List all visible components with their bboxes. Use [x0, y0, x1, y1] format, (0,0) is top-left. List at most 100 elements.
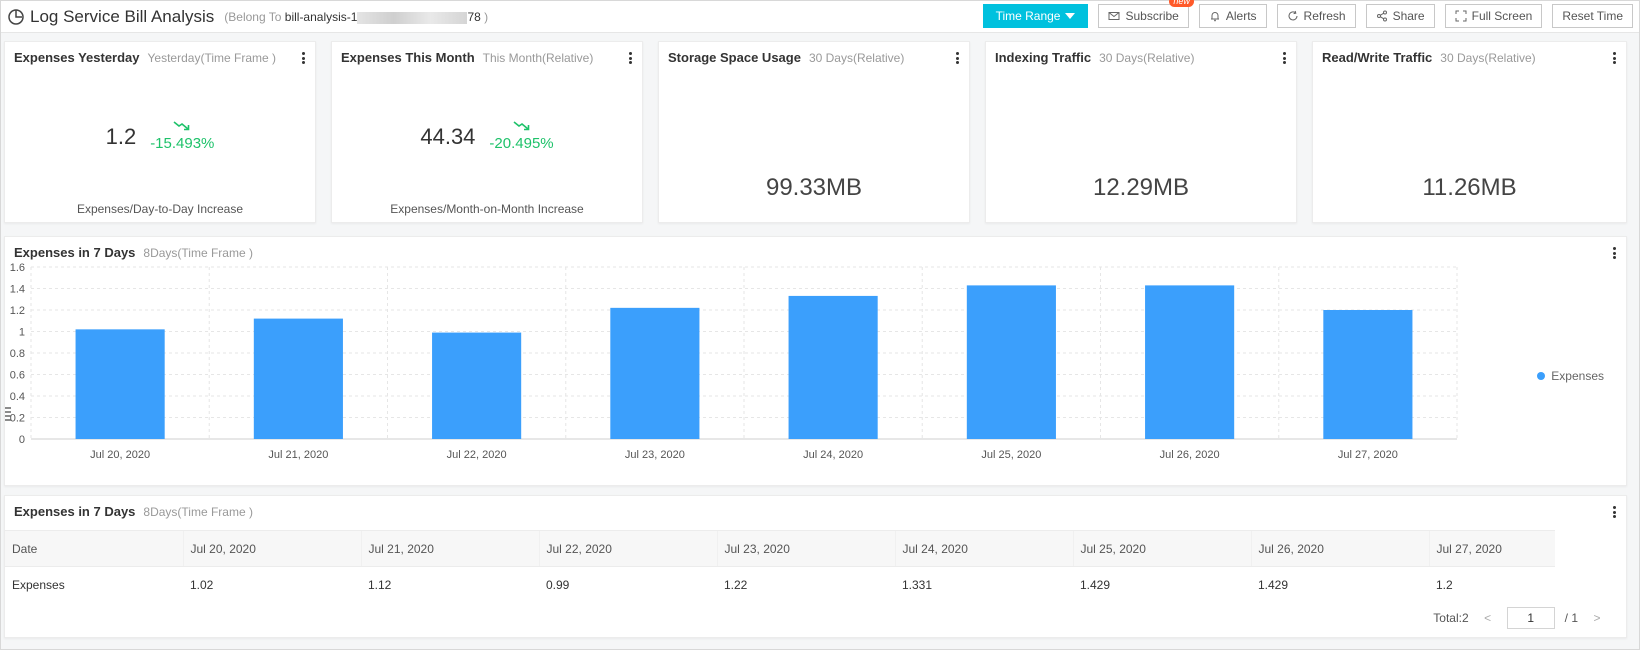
more-icon[interactable] [624, 50, 636, 66]
card-title-text: Storage Space Usage [668, 50, 801, 65]
caret-down-icon [1065, 13, 1076, 19]
more-icon[interactable] [1608, 504, 1620, 520]
card-indexing-traffic: Indexing Traffic 30 Days(Relative) 12.29M… [985, 41, 1297, 223]
redacted-mask [357, 11, 468, 24]
reset-time-button[interactable]: Reset Time [1552, 4, 1633, 28]
card-title: Storage Space Usage 30 Days(Relative) [668, 50, 904, 65]
alerts-button[interactable]: Alerts [1198, 4, 1267, 28]
y-tick-label: 0 [19, 434, 25, 446]
x-tick-label: Jul 27, 2020 [1338, 449, 1398, 461]
table-cell: 1.429 [1080, 577, 1111, 592]
y-tick-label: 1.2 [10, 305, 25, 317]
trend-down-icon [173, 121, 190, 131]
card-title-text: Expenses Yesterday [14, 50, 140, 65]
y-tick-label: 0.8 [10, 348, 25, 360]
table-cell: Expenses [12, 577, 65, 592]
belong-to-project: (Belong To bill-analysis-1 78 ) [224, 10, 488, 24]
column-header[interactable]: Jul 20, 2020 [182, 530, 361, 567]
more-icon[interactable] [951, 50, 963, 66]
share-button[interactable]: Share [1365, 4, 1435, 28]
y-tick-label: 0.4 [10, 391, 25, 403]
dashboard-frame: Log Service Bill Analysis (Belong To bil… [0, 0, 1640, 650]
trend: -15.493% [150, 120, 214, 152]
more-icon[interactable] [1608, 50, 1620, 66]
card-storage-space: Storage Space Usage 30 Days(Relative) 99.… [658, 41, 970, 223]
card-subtitle: This Month(Relative) [482, 51, 594, 65]
y-tick-label: 0.2 [10, 413, 25, 425]
time-range-button[interactable]: Time Range [982, 4, 1089, 28]
card-title: Expenses Yesterday Yesterday(Time Frame ) [14, 50, 276, 65]
bar [432, 332, 522, 439]
next-page-button[interactable]: > [1588, 611, 1606, 625]
column-header[interactable]: Date [5, 530, 183, 567]
more-icon[interactable] [1278, 50, 1290, 66]
new-badge: new [1169, 0, 1194, 7]
card-title: Read/Write Traffic 30 Days(Relative) [1322, 50, 1536, 65]
x-tick-label: Jul 23, 2020 [625, 449, 685, 461]
table-cell: 1.12 [368, 577, 392, 592]
table-cell: 1.02 [190, 577, 214, 592]
chart-panel: Expenses in 7 Days 8Days(Time Frame ) 0 0.… [4, 236, 1627, 486]
table-cell: 1.22 [724, 577, 748, 592]
bar [966, 285, 1056, 439]
reset-time-label: Reset Time [1562, 9, 1623, 23]
metric-value: 12.29MB [1092, 174, 1190, 201]
y-tick-label: 1.6 [10, 262, 25, 274]
card-title-text: Read/Write Traffic [1322, 50, 1433, 65]
bell-icon [1210, 12, 1219, 22]
share-icon [1376, 10, 1387, 22]
table-title-text: Expenses in 7 Days [14, 504, 136, 519]
dashboard-header: Log Service Bill Analysis (Belong To bil… [1, 0, 1639, 33]
mail-icon [1108, 12, 1120, 20]
column-header[interactable]: Jul 23, 2020 [716, 530, 895, 567]
project-name-end: 78 [467, 10, 481, 24]
more-icon[interactable] [1608, 245, 1620, 261]
total-count: Total:2 [1433, 611, 1469, 625]
column-header[interactable]: Jul 21, 2020 [360, 530, 539, 567]
card-title-text: Expenses This Month [341, 50, 475, 65]
card-title: Expenses This Month This Month(Relative) [341, 50, 593, 65]
refresh-label: Refresh [1303, 9, 1346, 23]
bar [1145, 285, 1235, 439]
pagination: Total:2 < / 1 > [1433, 607, 1606, 629]
column-header[interactable]: Jul 26, 2020 [1250, 530, 1429, 567]
metric-value: 1.2 [105, 124, 137, 149]
column-header[interactable]: Jul 22, 2020 [538, 530, 717, 567]
subscribe-button[interactable]: Subscribe new [1098, 0, 1194, 28]
bar-chart: 0 0.2 0.4 0.6 0.8 1 1.2 1.4 1.6 Jul 20, 2020 Jul 2… [10, 262, 1458, 461]
expenses-table: Date Jul 20, 2020 Jul 21, 2020 Jul 22, 2… [5, 530, 1555, 603]
project-name-start: bill-analysis-1 [284, 10, 358, 24]
column-header[interactable]: Jul 27, 2020 [1428, 530, 1555, 567]
chart-legend[interactable]: Expenses [1537, 369, 1604, 383]
table-header-row: Date Jul 20, 2020 Jul 21, 2020 Jul 22, 2… [5, 530, 1555, 567]
refresh-button[interactable]: Refresh [1276, 4, 1356, 28]
drag-handle-icon[interactable] [5, 405, 11, 423]
change-percent: -20.495% [489, 135, 554, 152]
table-title: Expenses in 7 Days 8Days(Time Frame ) [14, 504, 253, 519]
trend: -20.495% [489, 120, 554, 152]
subscribe-label: Subscribe [1125, 9, 1179, 23]
column-header[interactable]: Jul 24, 2020 [894, 530, 1073, 567]
page-number-input[interactable] [1506, 607, 1555, 629]
metric-description: Expenses/Month-on-Month Increase [390, 202, 584, 216]
table-subtitle: 8Days(Time Frame ) [143, 505, 253, 519]
card-read-write-traffic: Read/Write Traffic 30 Days(Relative) 11.2… [1312, 41, 1627, 223]
y-tick-label: 1 [19, 327, 25, 339]
table-cell: 0.99 [546, 577, 570, 592]
card-expenses-month: Expenses This Month This Month(Relative) … [331, 41, 643, 223]
card-title-text: Indexing Traffic [995, 50, 1092, 65]
card-subtitle: 30 Days(Relative) [1099, 51, 1195, 65]
x-tick-label: Jul 20, 2020 [90, 449, 150, 461]
metric-value: 44.34 [420, 124, 476, 149]
metric-value: 11.26MB [1422, 174, 1517, 201]
full-screen-label: Full Screen [1471, 9, 1533, 23]
bar [610, 307, 700, 439]
legend-label: Expenses [1551, 369, 1604, 383]
prev-page-button[interactable]: < [1479, 611, 1497, 625]
x-tick-label: Jul 22, 2020 [447, 449, 507, 461]
column-header[interactable]: Jul 25, 2020 [1072, 530, 1251, 567]
refresh-icon [1288, 10, 1298, 21]
table-panel: Expenses in 7 Days 8Days(Time Frame ) Dat… [4, 495, 1627, 638]
more-icon[interactable] [297, 50, 309, 66]
full-screen-button[interactable]: Full Screen [1444, 4, 1543, 28]
